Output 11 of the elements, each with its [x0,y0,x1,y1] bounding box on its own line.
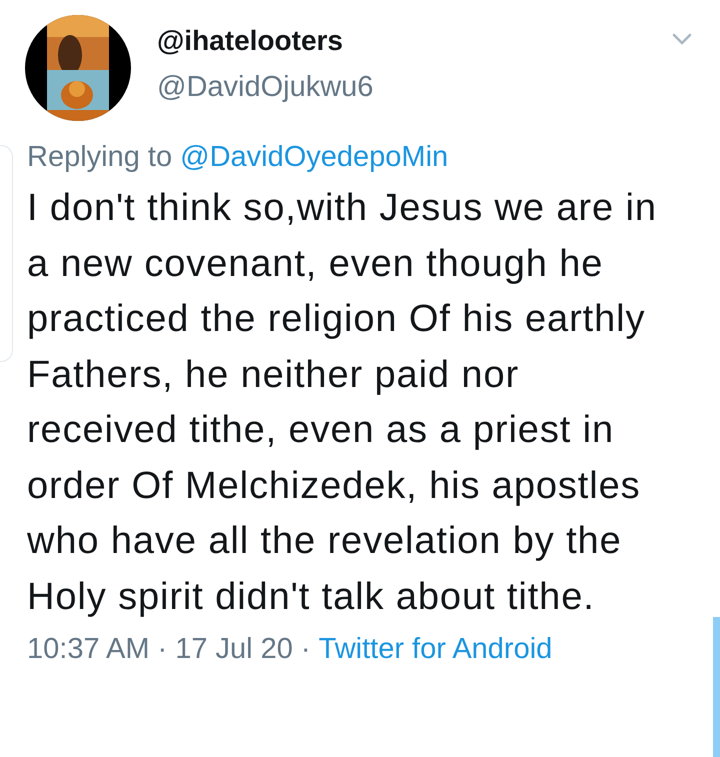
separator-dot: · [300,633,311,665]
tweet-text: I don't think so,with Jesus we are in a new covenant, even though he practiced the religion Of his earthly Fathers, he neither paid nor received tithe, even as a priest in order Of Melchizedek, his apostles who have all the revelation by the Holy spirit didn't talk about tithe. [27,186,658,620]
replying-to-text: Replying to @DavidOyedepoMin [27,141,450,173]
chevron-down-icon[interactable] [672,32,692,46]
separator-dot: · [158,633,168,665]
user-handle: @DavidOjukwu6 [157,71,374,103]
source-link[interactable]: Twitter for Android [318,633,552,665]
display-name: @ihatelooters [157,25,344,57]
tweet-time: 10:37 AM [27,633,150,665]
tweet-date: 17 Jul 20 [175,633,293,665]
mention-link[interactable]: @DavidOyedepoMin [180,141,448,173]
